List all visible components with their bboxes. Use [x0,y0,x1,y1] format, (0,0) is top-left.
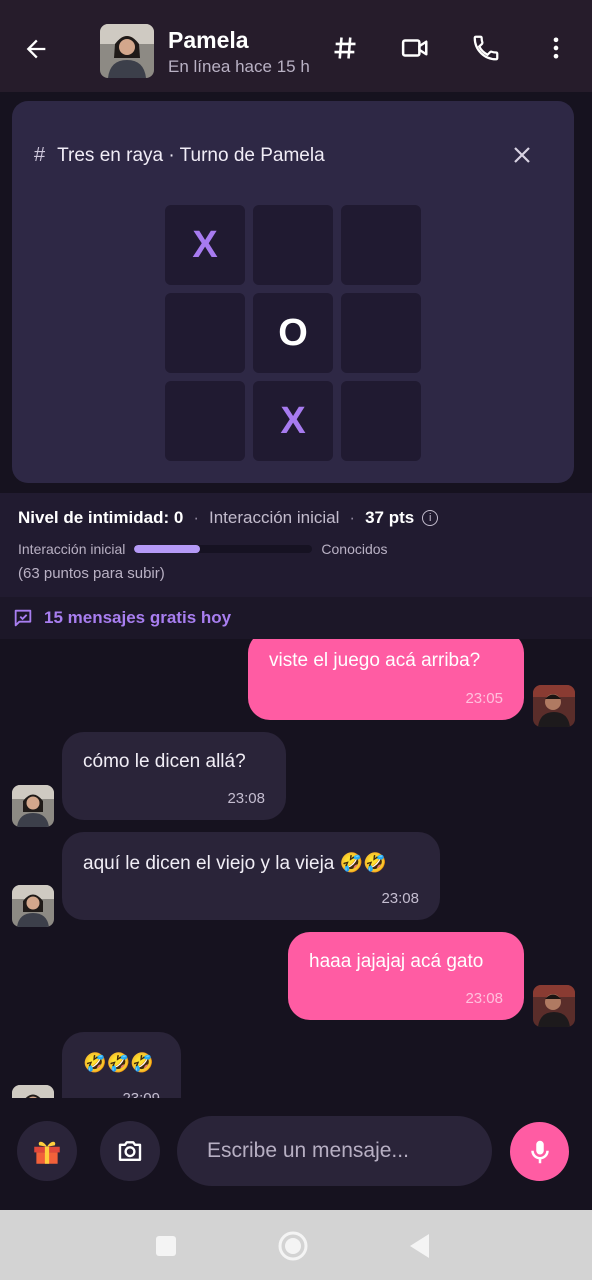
board-cell[interactable] [341,381,421,461]
info-icon[interactable]: i [422,510,439,526]
close-icon[interactable] [508,141,536,169]
game-title-text: Tres en raya · Turno de Pamela [57,144,325,166]
intimacy-summary: Nivel de intimidad: 0 · Interacción inic… [18,508,439,528]
composer-bar [0,1098,592,1210]
game-board: X O X [165,205,421,461]
message-bubble-incoming[interactable]: cómo le dicen allá? 23:08 [62,732,286,820]
contact-avatar-small[interactable] [12,1085,54,1098]
back-triangle-icon[interactable] [402,1228,438,1264]
chat-check-icon [14,609,32,627]
message-bubble-incoming[interactable]: 🤣🤣🤣 23:09 [62,1032,181,1098]
intimacy-stage: Interacción inicial [208,508,340,527]
home-icon[interactable] [275,1228,311,1264]
intimacy-points: 37 pts [365,508,415,527]
intimacy-panel: Nivel de intimidad: 0 · Interacción inic… [0,493,592,597]
message-text: 🤣🤣🤣 [83,1053,154,1074]
intimacy-progress: Interacción inicial Conocidos [18,541,388,557]
hash-icon: # [34,144,46,166]
message-time: 23:08 [465,990,503,1007]
gift-icon [34,1141,60,1164]
phone-call-icon[interactable] [470,32,502,64]
points-remaining: (63 puntos para subir) [18,565,165,582]
hash-icon[interactable] [329,32,361,64]
contact-avatar-small[interactable] [12,885,54,927]
my-avatar[interactable] [533,985,575,1027]
board-cell[interactable] [165,293,245,373]
contact-avatar-small[interactable] [12,785,54,827]
more-options-icon[interactable] [540,32,572,64]
free-messages-text: 15 mensajes gratis hoy [44,608,232,627]
board-cell[interactable] [165,381,245,461]
contact-name: Pamela [168,27,249,53]
message-bubble-outgoing[interactable]: haaa jajajaj acá gato 23:08 [288,932,524,1020]
gift-button[interactable] [17,1121,77,1181]
system-nav-bar [0,1210,592,1280]
message-time: 23:08 [227,790,265,807]
progress-from-label: Interacción inicial [18,541,126,557]
game-title: # Tres en raya · Turno de Pamela [34,144,325,167]
microphone-icon [530,1140,549,1163]
chat-header: Pamela En línea hace 15 h [0,0,592,92]
message-text: viste el juego acá arriba? [269,650,481,671]
camera-button[interactable] [100,1121,160,1181]
my-avatar[interactable] [533,685,575,727]
message-time: 23:08 [381,890,419,907]
board-cell[interactable] [253,205,333,285]
tictactoe-card: # Tres en raya · Turno de Pamela X O X [12,101,574,483]
recents-icon[interactable] [148,1228,184,1264]
intimacy-progress-bar [134,545,313,553]
board-cell[interactable] [341,293,421,373]
free-messages-banner: 15 mensajes gratis hoy [0,597,592,639]
chat-screen: Pamela En línea hace 15 h # Tres en raya… [0,0,592,1280]
intimacy-level: Nivel de intimidad: 0 [18,508,184,527]
message-input[interactable] [177,1116,492,1186]
board-cell[interactable] [341,205,421,285]
message-text: aquí le dicen el viejo y la vieja 🤣🤣 [83,853,387,874]
progress-to-label: Conocidos [321,541,388,557]
message-list: viste el juego acá arriba? 23:05 cómo le… [0,639,592,1098]
mic-button[interactable] [510,1122,569,1181]
board-cell[interactable]: X [165,205,245,285]
message-text: haaa jajajaj acá gato [309,951,484,972]
message-text: cómo le dicen allá? [83,751,246,772]
board-cell[interactable]: O [253,293,333,373]
message-bubble-incoming[interactable]: aquí le dicen el viejo y la vieja 🤣🤣 23:… [62,832,440,920]
camera-icon [118,1141,142,1161]
message-bubble-outgoing[interactable]: viste el juego acá arriba? 23:05 [248,639,524,720]
video-call-icon[interactable] [399,32,431,64]
board-cell[interactable]: X [253,381,333,461]
message-time: 23:05 [465,690,503,707]
contact-status: En línea hace 15 h [168,57,310,76]
progress-fill [134,545,201,553]
contact-avatar[interactable] [100,24,154,78]
message-time: 23:09 [122,1090,160,1098]
back-arrow-icon[interactable] [18,31,54,67]
